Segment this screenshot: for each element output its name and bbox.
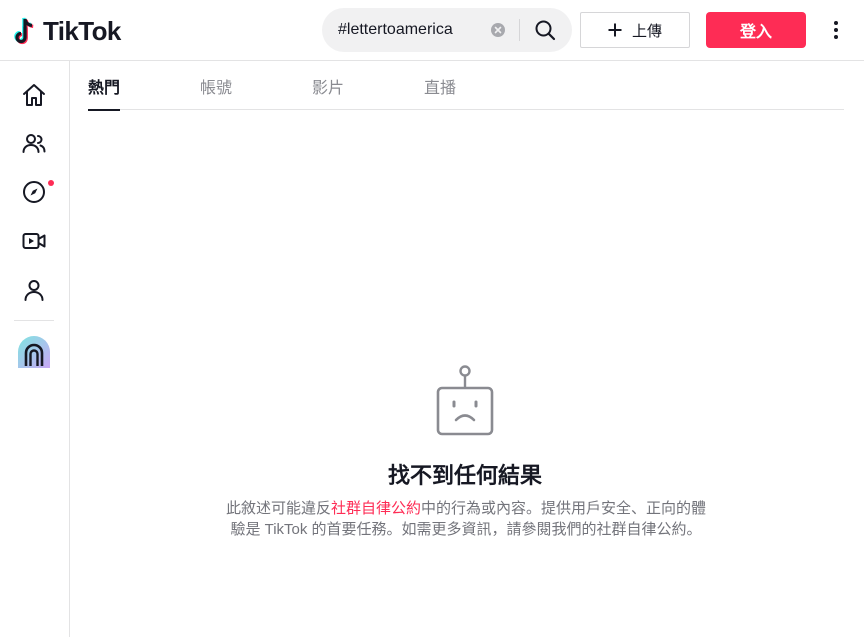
description-text: 此敘述可能違反 (225, 500, 331, 517)
active-tab-indicator (88, 109, 120, 111)
tab-label: 熱門 (88, 79, 121, 97)
sidebar-item-live[interactable] (14, 221, 54, 261)
user-icon (24, 280, 44, 301)
tab-label: 直播 (424, 79, 457, 97)
tab-live[interactable]: 直播 (424, 61, 456, 110)
search-divider (519, 19, 520, 41)
login-label: 登入 (739, 24, 772, 41)
upload-button[interactable]: 上傳 (580, 12, 690, 48)
compass-icon (23, 181, 45, 203)
tiktok-logo-icon (14, 17, 34, 45)
search-results-tabs: 熱門 帳號 影片 直播 (88, 61, 844, 111)
tab-videos[interactable]: 影片 (312, 61, 344, 110)
search-input[interactable] (338, 21, 488, 39)
app-avatar-icon (18, 336, 50, 368)
community-guidelines-link[interactable]: 社群自律公約 (331, 500, 421, 517)
more-vertical-icon (834, 21, 838, 39)
sidebar-divider (14, 320, 54, 321)
sidebar-item-following[interactable] (14, 124, 54, 164)
avatar[interactable] (18, 336, 50, 368)
tab-accounts[interactable]: 帳號 (200, 61, 232, 110)
tab-label: 帳號 (200, 79, 233, 97)
tab-top[interactable]: 熱門 (88, 61, 121, 111)
sidebar-item-explore[interactable] (14, 172, 54, 212)
search-bar (322, 8, 572, 52)
logo-text: TikTok (43, 15, 121, 46)
sidebar-item-profile[interactable] (14, 270, 54, 310)
search-icon (535, 20, 556, 41)
top-header: TikTok 上傳 登入 (0, 0, 864, 61)
sidebar-item-home[interactable] (14, 75, 54, 115)
users-icon (22, 134, 46, 153)
search-button[interactable] (529, 14, 561, 46)
more-options-button[interactable] (824, 18, 848, 42)
empty-state-description: 此敘述可能違反社群自律公約中的行為或內容。提供用戶安全、正向的體驗是 TikTo… (222, 498, 710, 540)
tab-label: 影片 (312, 79, 345, 97)
home-icon (23, 84, 45, 106)
login-button[interactable]: 登入 (706, 12, 806, 48)
live-video-icon (22, 233, 46, 249)
upload-label: 上傳 (631, 22, 662, 40)
empty-state-title: 找不到任何結果 (387, 463, 542, 488)
sad-robot-icon (436, 365, 494, 436)
tiktok-logo[interactable]: TikTok (14, 14, 121, 48)
notification-dot (48, 180, 54, 186)
sidebar (0, 61, 70, 637)
plus-icon (608, 23, 622, 37)
clear-search-icon[interactable] (491, 23, 505, 37)
